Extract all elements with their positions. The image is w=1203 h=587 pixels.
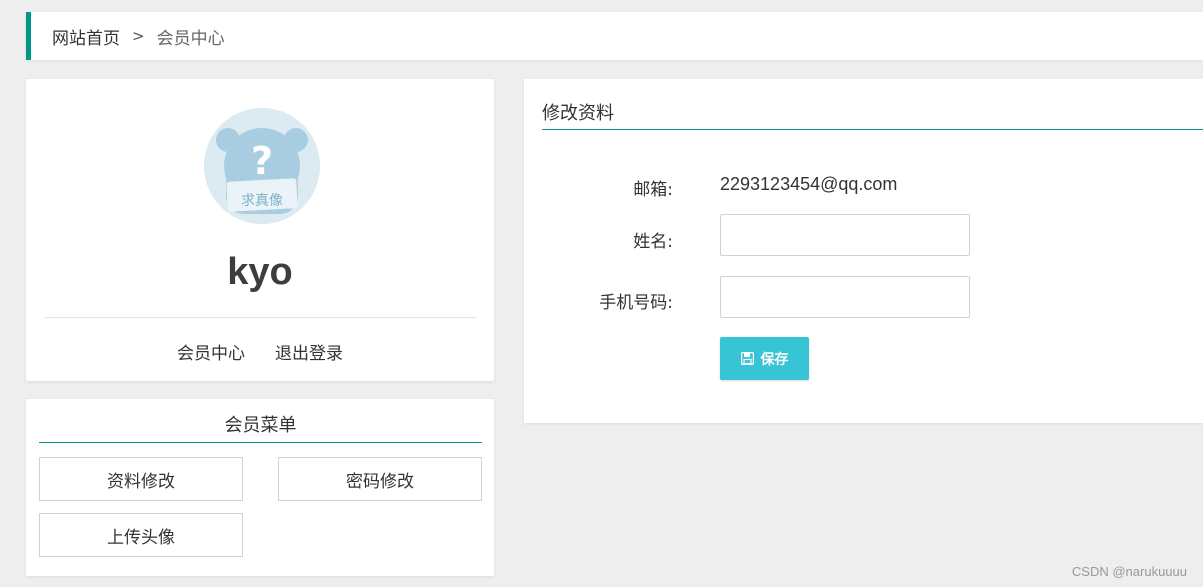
member-menu-card: 会员菜单 资料修改 密码修改 上传头像 xyxy=(26,399,494,576)
edit-profile-title: 修改资料 xyxy=(542,103,614,124)
member-center-link[interactable]: 会员中心 xyxy=(177,339,245,364)
phone-input[interactable] xyxy=(720,276,970,318)
breadcrumb-current: 会员中心 xyxy=(156,28,225,49)
username: kyo xyxy=(227,251,293,293)
edit-profile-card: 修改资料 邮箱: 2293123454@qq.com 姓名: 手机号码: 保存 xyxy=(524,79,1203,423)
profile-links: 会员中心 退出登录 xyxy=(26,339,494,364)
edit-profile-divider xyxy=(542,129,1203,130)
svg-text:求真像: 求真像 xyxy=(241,193,283,209)
change-password-menu-button[interactable]: 密码修改 xyxy=(278,457,482,501)
watermark: CSDN @narukuuuu xyxy=(1071,564,1187,579)
avatar: ? 求真像 xyxy=(204,108,320,224)
email-value: 2293123454@qq.com xyxy=(720,174,898,194)
save-button-label: 保存 xyxy=(760,351,789,368)
logout-link[interactable]: 退出登录 xyxy=(275,339,343,364)
breadcrumb: 网站首页 > 会员中心 xyxy=(26,12,1203,60)
placeholder-bear-avatar-icon: ? 求真像 xyxy=(204,108,320,224)
name-label: 姓名: xyxy=(633,232,673,252)
upload-avatar-menu-button[interactable]: 上传头像 xyxy=(39,513,243,557)
profile-divider xyxy=(45,317,476,318)
floppy-disk-icon xyxy=(740,352,754,365)
email-label: 邮箱: xyxy=(633,180,673,200)
save-button[interactable]: 保存 xyxy=(720,337,809,380)
name-input[interactable] xyxy=(720,214,970,256)
profile-card: ? 求真像 kyo 会员中心 退出登录 xyxy=(26,79,494,381)
svg-text:?: ? xyxy=(251,139,273,183)
member-menu-title: 会员菜单 xyxy=(224,415,297,436)
breadcrumb-separator: > xyxy=(132,27,145,45)
phone-label: 手机号码: xyxy=(599,293,673,313)
member-menu-divider xyxy=(39,442,482,443)
breadcrumb-accent-bar xyxy=(26,12,31,60)
breadcrumb-home-link[interactable]: 网站首页 xyxy=(52,24,120,49)
edit-profile-menu-button[interactable]: 资料修改 xyxy=(39,457,243,501)
